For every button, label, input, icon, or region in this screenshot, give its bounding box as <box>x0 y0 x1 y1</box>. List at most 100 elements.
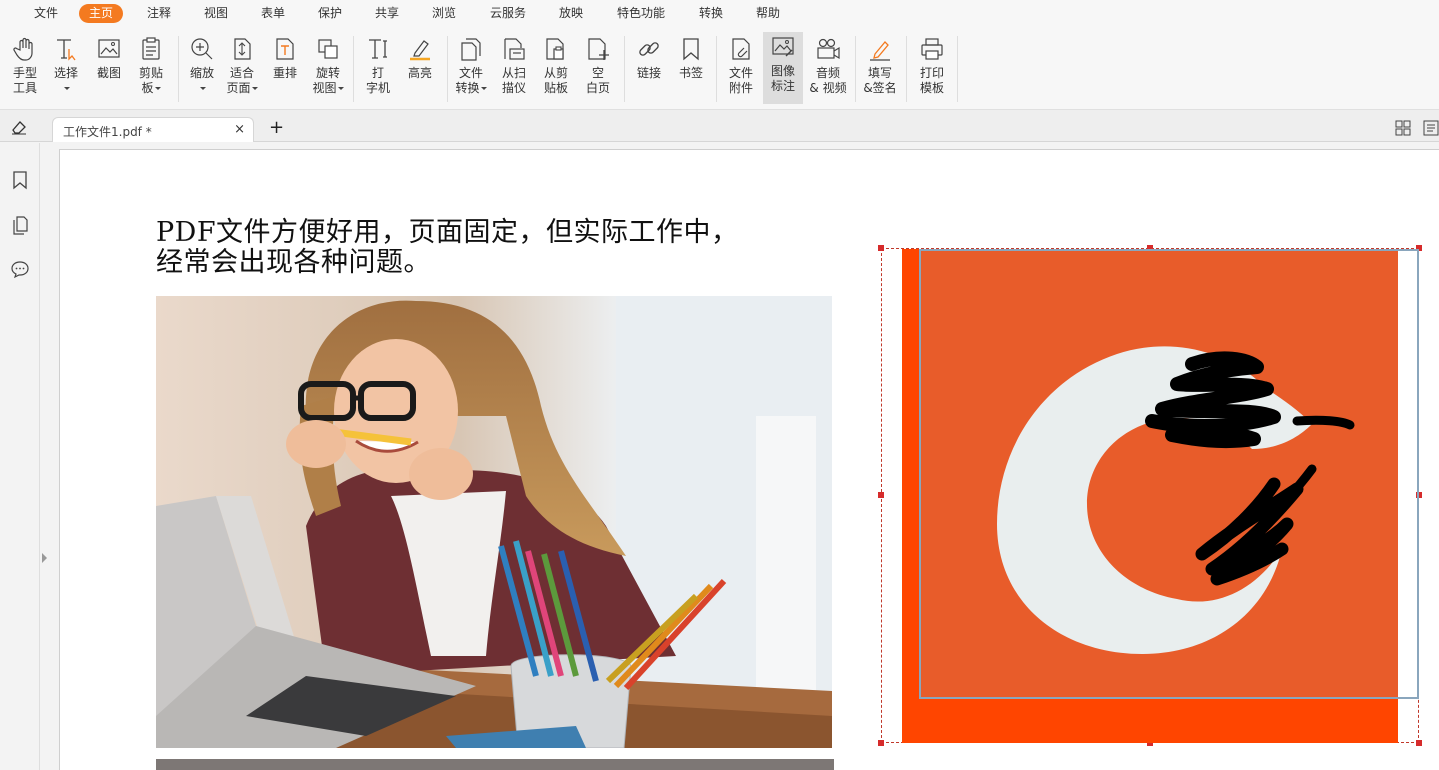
comments-panel-icon[interactable] <box>10 259 30 279</box>
menu-help[interactable]: 帮助 <box>746 4 790 23</box>
ribbon-divider <box>178 36 179 102</box>
resize-handle[interactable] <box>1416 740 1422 746</box>
ribbon-divider <box>353 36 354 102</box>
menu-comment[interactable]: 注释 <box>137 4 181 23</box>
highlight-label: 高亮 <box>400 66 440 81</box>
grid-view-icon[interactable] <box>1395 120 1411 136</box>
close-tab-button[interactable]: × <box>234 122 245 137</box>
screenshot-label: 截图 <box>89 66 129 81</box>
bookmark-panel-icon[interactable] <box>10 170 30 190</box>
bookmark-label: 书签 <box>671 66 711 81</box>
file-convert-button[interactable]: 文件 转换 <box>451 34 491 106</box>
resize-handle[interactable] <box>878 245 884 251</box>
heading-line-2: 经常会出现各种问题。 <box>156 248 836 278</box>
select-tool-button[interactable]: 选择 <box>46 34 86 106</box>
from-clipboard-label: 从剪 贴板 <box>536 66 576 96</box>
pages-panel-icon[interactable] <box>10 215 30 235</box>
document-page: PDF文件方便好用，页面固定，但实际工作中， 经常会出现各种问题。 <box>59 149 1439 770</box>
heading-line-1: PDF文件方便好用，页面固定，但实际工作中， <box>156 218 836 248</box>
fit-page-icon <box>229 36 255 62</box>
ribbon-divider <box>957 36 958 102</box>
menu-view[interactable]: 视图 <box>194 4 238 23</box>
zoom-button[interactable]: 缩放 <box>182 34 222 106</box>
highlight-button[interactable]: 高亮 <box>400 34 440 106</box>
fill-sign-label: 填写 &签名 <box>860 66 900 96</box>
hand-tool-button[interactable]: 手型 工具 <box>5 34 45 106</box>
ribbon-divider <box>624 36 625 102</box>
blank-page-label: 空 白页 <box>578 66 618 96</box>
blank-page-icon <box>585 36 611 62</box>
audio-video-label: 音频 & 视频 <box>806 66 850 96</box>
attachment-icon <box>728 36 754 62</box>
printer-icon <box>919 36 945 62</box>
clipboard-button[interactable]: 剪贴 板 <box>131 34 171 106</box>
reflow-button[interactable]: 重排 <box>265 34 305 106</box>
woman-laptop-photo <box>156 296 832 748</box>
menu-file[interactable]: 文件 <box>24 4 68 23</box>
hand-icon <box>12 36 38 62</box>
audio-video-button[interactable]: 音频 & 视频 <box>806 34 850 106</box>
left-sidebar <box>0 143 40 770</box>
select-tool-label: 选择 <box>54 66 78 80</box>
clipboard-icon <box>138 36 164 62</box>
highlighter-icon <box>407 36 433 62</box>
image-annotation-icon <box>770 34 796 60</box>
eraser-icon[interactable] <box>10 119 28 135</box>
paste-page-icon <box>543 36 569 62</box>
add-tab-button[interactable]: + <box>269 117 284 138</box>
menu-share[interactable]: 共享 <box>365 4 409 23</box>
menu-slideshow[interactable]: 放映 <box>549 4 593 23</box>
tab-strip: 工作文件1.pdf * × <box>0 110 1439 142</box>
scanner-icon <box>501 36 527 62</box>
sidebar-collapse-arrow-icon[interactable] <box>42 553 47 563</box>
rotate-view-button[interactable]: 旋转 视图 <box>308 34 348 106</box>
print-template-button[interactable]: 打印 模板 <box>912 34 952 106</box>
second-photo-edge <box>156 759 834 770</box>
typewriter-icon <box>365 36 391 62</box>
sign-pen-icon <box>867 36 893 62</box>
menu-features[interactable]: 特色功能 <box>607 4 675 23</box>
file-convert-label: 文件 转换 <box>455 66 483 95</box>
blank-page-button[interactable]: 空 白页 <box>578 34 618 106</box>
menu-bar: 文件 主页 注释 视图 表单 保护 共享 浏览 云服务 放映 特色功能 转换 帮… <box>0 0 1439 26</box>
menu-protect[interactable]: 保护 <box>308 4 352 23</box>
link-button[interactable]: 链接 <box>629 34 669 106</box>
ribbon-divider <box>447 36 448 102</box>
chevron-down-icon <box>252 87 258 90</box>
ribbon-divider <box>906 36 907 102</box>
screenshot-icon <box>96 36 122 62</box>
bookmark-button[interactable]: 书签 <box>671 34 711 106</box>
screenshot-button[interactable]: 截图 <box>89 34 129 106</box>
menu-cloud[interactable]: 云服务 <box>480 4 536 23</box>
chevron-down-icon <box>200 87 206 90</box>
tab-document[interactable]: 工作文件1.pdf * × <box>52 117 254 142</box>
resize-handle[interactable] <box>878 492 884 498</box>
menu-home[interactable]: 主页 <box>79 4 123 23</box>
fit-page-button[interactable]: 适合 页面 <box>222 34 262 106</box>
resize-handle[interactable] <box>878 740 884 746</box>
bookmark-icon <box>678 36 704 62</box>
image-annotation-label: 图像 标注 <box>763 64 803 94</box>
image-annotation-button[interactable]: 图像 标注 <box>763 32 803 104</box>
zoom-icon <box>189 36 215 62</box>
fill-sign-button[interactable]: 填写 &签名 <box>860 34 900 106</box>
reflow-label: 重排 <box>265 66 305 81</box>
menu-form[interactable]: 表单 <box>251 4 295 23</box>
tab-title: 工作文件1.pdf * <box>63 123 152 140</box>
text-select-icon <box>53 36 79 62</box>
list-view-icon[interactable] <box>1423 120 1439 136</box>
document-heading: PDF文件方便好用，页面固定，但实际工作中， 经常会出现各种问题。 <box>156 218 836 278</box>
file-attachment-button[interactable]: 文件 附件 <box>721 34 761 106</box>
ribbon-toolbar: 手型 工具 选择 截图 剪贴 板 缩放 适合 页面 重排 旋转 视图 打 字机 … <box>0 26 1439 110</box>
rotate-icon <box>315 36 341 62</box>
typewriter-button[interactable]: 打 字机 <box>358 34 398 106</box>
file-attachment-label: 文件 附件 <box>721 66 761 96</box>
video-camera-icon <box>815 36 841 62</box>
ribbon-divider <box>855 36 856 102</box>
from-clipboard-button[interactable]: 从剪 贴板 <box>536 34 576 106</box>
menu-convert[interactable]: 转换 <box>689 4 733 23</box>
reflow-icon <box>272 36 298 62</box>
file-convert-icon <box>458 36 484 62</box>
from-scanner-button[interactable]: 从扫 描仪 <box>494 34 534 106</box>
menu-browse[interactable]: 浏览 <box>422 4 466 23</box>
